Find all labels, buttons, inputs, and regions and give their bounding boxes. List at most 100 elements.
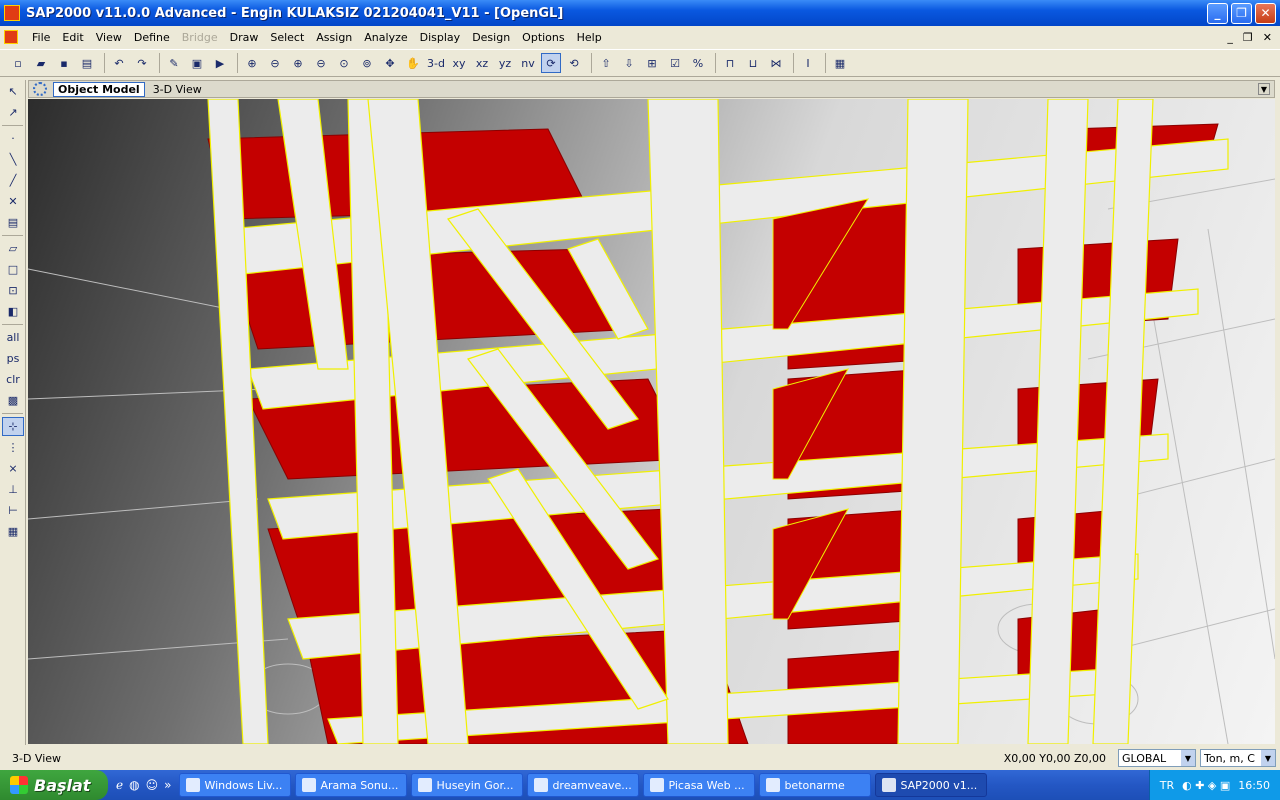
perspective-icon[interactable]: ⟲ [564,53,584,73]
snap-fine-grid-icon[interactable]: ▦ [2,522,24,541]
object-model-tab[interactable]: Object Model [53,81,145,97]
menu-help[interactable]: Help [571,31,608,44]
pan-hand-icon[interactable]: ✋ [403,53,423,73]
frame-moment-icon[interactable]: ⊔ [743,53,763,73]
snap-points-icon[interactable]: ⊹ [2,417,24,436]
task-app-icon [418,778,433,792]
zoom-previous-icon[interactable]: ⊖ [265,53,285,73]
view-nv-button[interactable]: nv [518,53,538,73]
reshape-icon[interactable]: ↗ [2,103,24,122]
pointer-icon[interactable]: ↖ [2,82,24,101]
tray-icons[interactable]: ◐ ✚ ◈ ▣ [1182,779,1230,792]
close-button[interactable]: ✕ [1255,2,1276,24]
view-3d-button[interactable]: 3-d [426,53,446,73]
task-app-icon [650,778,665,792]
menu-draw[interactable]: Draw [224,31,265,44]
taskbar-task[interactable]: Picasa Web ... [643,773,756,797]
taskbar-task[interactable]: dreamveave... [527,773,640,797]
intersecting-line-icon[interactable]: ▩ [2,391,24,410]
ie-icon[interactable]: ℯ [116,778,123,792]
mdi-close-icon[interactable]: ✕ [1263,31,1272,44]
coord-system-select[interactable]: GLOBAL ▼ [1118,749,1196,767]
zoom-out-icon[interactable]: ⊖ [311,53,331,73]
draw-grid-icon[interactable]: ▤ [2,213,24,232]
draw-joint-icon[interactable]: · [2,129,24,148]
draw-solid-icon[interactable]: ◧ [2,302,24,321]
new-file-icon[interactable]: ▫ [8,53,28,73]
view-yz-button[interactable]: yz [495,53,515,73]
pencil-icon[interactable]: ✎ [164,53,184,73]
menu-options[interactable]: Options [516,31,570,44]
clear-selection-button[interactable]: clr [2,370,24,389]
previous-selection-button[interactable]: ps [2,349,24,368]
taskbar-task[interactable]: Arama Sonu... [295,773,408,797]
snap-ends-icon[interactable]: ⋮ [2,438,24,457]
quick-launch: ℯ ◍ ☺ » [108,778,179,792]
windows-taskbar: Başlat ℯ ◍ ☺ » Windows Liv... Arama Sonu.… [0,770,1280,800]
taskbar-task[interactable]: Windows Liv... [179,773,292,797]
view-title: 3-D View [152,82,202,96]
menu-define[interactable]: Define [128,31,176,44]
section-icon[interactable]: Ι [798,53,818,73]
document-icon[interactable] [4,30,18,44]
minimize-button[interactable]: _ [1207,2,1228,24]
snap-lines-icon[interactable]: ⊢ [2,501,24,520]
run-analysis-icon[interactable]: ▶ [210,53,230,73]
snap-perpendicular-icon[interactable]: ⊥ [2,480,24,499]
mdi-minimize-icon[interactable]: _ [1227,31,1233,44]
draw-poly-area-icon[interactable]: ▱ [2,239,24,258]
frame-truss-icon[interactable]: ⋈ [766,53,786,73]
taskbar-task[interactable]: betonarme [759,773,872,797]
restore-button[interactable]: ❐ [1231,2,1252,24]
units-select[interactable]: Ton, m, C ▼ [1200,749,1276,767]
viewport-dropdown-icon[interactable]: ▼ [1258,83,1270,95]
quick-frame-icon[interactable]: ╱ [2,171,24,190]
draw-rect-area-icon[interactable]: □ [2,260,24,279]
redo-icon[interactable]: ↷ [132,53,152,73]
menu-design[interactable]: Design [466,31,516,44]
task-app-icon [302,778,317,792]
display-options-icon[interactable]: ▦ [830,53,850,73]
rotate-3d-icon[interactable]: ⟳ [541,53,561,73]
messenger-icon[interactable]: ☺ [146,778,159,792]
move-down-icon[interactable]: ⇩ [619,53,639,73]
select-all-icon[interactable]: ⊞ [642,53,662,73]
quick-area-icon[interactable]: ⊡ [2,281,24,300]
zoom-in-icon[interactable]: ⊕ [288,53,308,73]
checkbox-icon[interactable]: ☑ [665,53,685,73]
left-toolbar: ↖ ↗ · ╲ ╱ ✕ ▤ ▱ □ ⊡ ◧ all ps clr ▩ ⊹ ⋮ ⨯… [0,80,26,745]
view-xz-button[interactable]: xz [472,53,492,73]
menu-edit[interactable]: Edit [56,31,89,44]
menu-file[interactable]: File [26,31,56,44]
explorer-icon[interactable]: ◍ [129,778,139,792]
save-icon[interactable]: ▪ [54,53,74,73]
menu-analyze[interactable]: Analyze [358,31,413,44]
quick-launch-more-icon[interactable]: » [164,778,171,792]
model-3d-viewport[interactable] [28,99,1275,744]
zoom-fit-icon[interactable]: ⊚ [357,53,377,73]
taskbar-task[interactable]: SAP2000 v1... [875,773,988,797]
menu-assign[interactable]: Assign [310,31,358,44]
print-icon[interactable]: ▤ [77,53,97,73]
pan-icon[interactable]: ✥ [380,53,400,73]
open-folder-icon[interactable]: ▰ [31,53,51,73]
draw-brace-icon[interactable]: ✕ [2,192,24,211]
undo-icon[interactable]: ↶ [109,53,129,73]
taskbar-task[interactable]: Huseyin Gor... [411,773,524,797]
zoom-extents-icon[interactable]: ⊙ [334,53,354,73]
select-all-button[interactable]: all [2,328,24,347]
menu-view[interactable]: View [90,31,128,44]
snap-intersection-icon[interactable]: ⨯ [2,459,24,478]
frame-section-icon[interactable]: ⊓ [720,53,740,73]
menu-select[interactable]: Select [264,31,310,44]
draw-frame-icon[interactable]: ╲ [2,150,24,169]
start-button[interactable]: Başlat [0,770,108,800]
zoom-window-icon[interactable]: ⊕ [242,53,262,73]
menu-display[interactable]: Display [414,31,467,44]
language-indicator[interactable]: TR [1160,779,1174,792]
view-xy-button[interactable]: xy [449,53,469,73]
move-up-icon[interactable]: ⇧ [596,53,616,73]
mdi-restore-icon[interactable]: ❐ [1243,31,1253,44]
percent-icon[interactable]: % [688,53,708,73]
lock-icon[interactable]: ▣ [187,53,207,73]
